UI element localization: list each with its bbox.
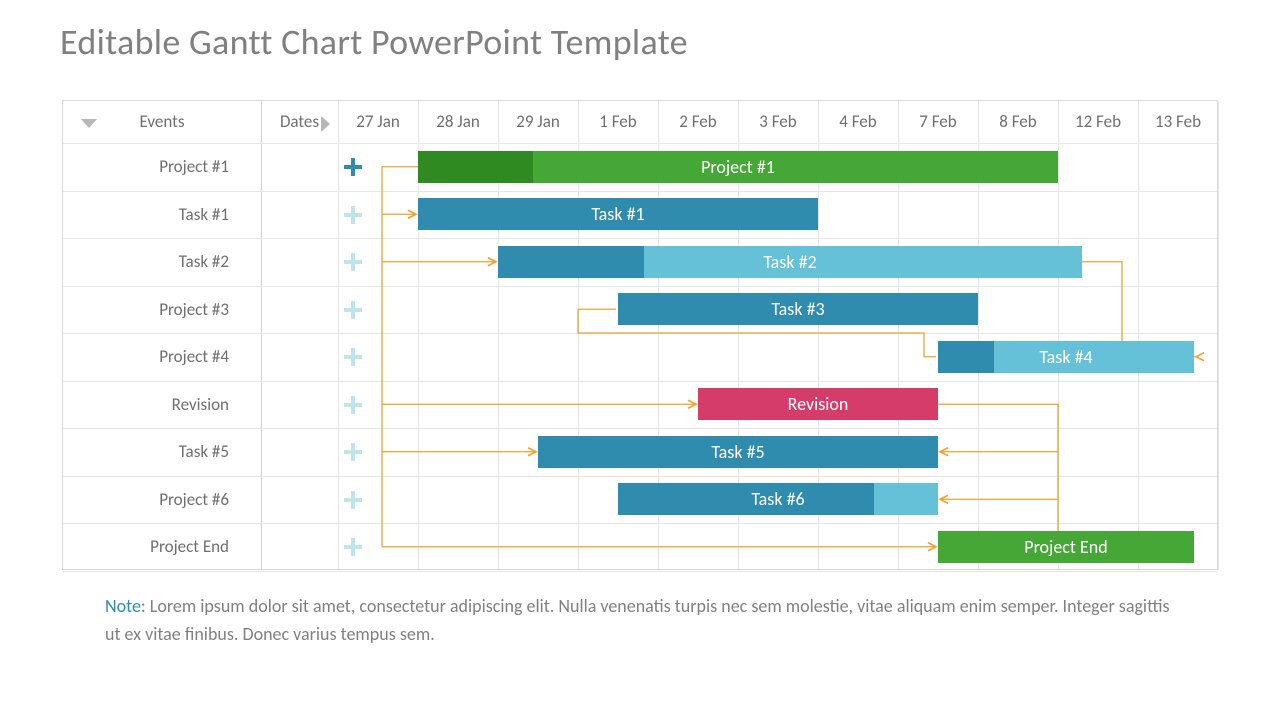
date-header: 8 Feb	[978, 101, 1058, 143]
row-label: Task #2	[63, 238, 261, 285]
expand-icon[interactable]	[343, 537, 363, 557]
gantt-bar[interactable]: Task #2	[498, 246, 1082, 278]
gantt-bar[interactable]: Task #6	[618, 483, 938, 515]
expand-icon[interactable]	[343, 395, 363, 415]
date-header: 29 Jan	[498, 101, 578, 143]
row-label: Project #4	[63, 333, 261, 380]
expand-icon[interactable]	[343, 442, 363, 462]
date-header: 7 Feb	[898, 101, 978, 143]
gantt-bar[interactable]: Task #4	[938, 341, 1194, 373]
note-text: Note: Lorem ipsum dolor sit amet, consec…	[105, 593, 1185, 649]
date-header: 2 Feb	[658, 101, 738, 143]
gantt-bar[interactable]: Task #3	[618, 293, 978, 325]
expand-icon[interactable]	[343, 490, 363, 510]
expand-icon[interactable]	[343, 252, 363, 272]
gantt-bar[interactable]: Task #5	[538, 436, 938, 468]
row-label: Project #3	[63, 286, 261, 333]
gantt-bar[interactable]: Project #1	[418, 151, 1058, 183]
row-label: Project End	[63, 523, 261, 570]
date-header: 12 Feb	[1058, 101, 1138, 143]
expand-icon[interactable]	[343, 347, 363, 367]
row-label: Revision	[63, 381, 261, 428]
gantt-bar[interactable]: Project End	[938, 531, 1194, 563]
row-label: Project #1	[63, 143, 261, 190]
row-label: Task #5	[63, 428, 261, 475]
expand-icon[interactable]	[343, 205, 363, 225]
expand-icon[interactable]	[343, 157, 363, 177]
gantt-bar[interactable]: Task #1	[418, 198, 818, 230]
date-header: 13 Feb	[1138, 101, 1218, 143]
date-header: 4 Feb	[818, 101, 898, 143]
row-label: Project #6	[63, 476, 261, 523]
date-header: 28 Jan	[418, 101, 498, 143]
row-label: Task #1	[63, 191, 261, 238]
col-header-events: Events	[63, 101, 261, 143]
col-header-dates: Dates	[262, 101, 337, 143]
date-header: 3 Feb	[738, 101, 818, 143]
date-header: 27 Jan	[338, 101, 418, 143]
gantt-chart: Events Dates 27 Jan28 Jan29 Jan1 Feb2 Fe…	[62, 100, 1218, 570]
page-title: Editable Gantt Chart PowerPoint Template	[60, 20, 688, 64]
expand-icon[interactable]	[343, 300, 363, 320]
gantt-bar[interactable]: Revision	[698, 388, 938, 420]
date-header: 1 Feb	[578, 101, 658, 143]
